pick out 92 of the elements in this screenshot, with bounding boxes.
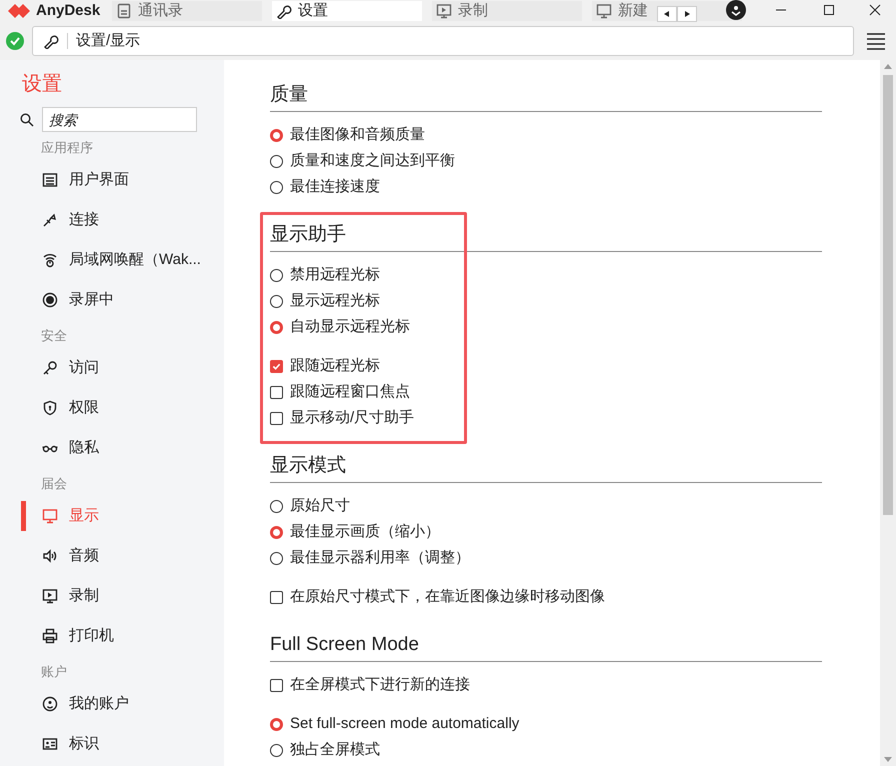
wifi-power-icon (42, 252, 58, 268)
option-label: 最佳显示器利用率（调整） (290, 548, 470, 568)
option-label: 在原始尺寸模式下，在靠近图像边缘时移动图像 (290, 586, 605, 607)
logo-icon (8, 4, 30, 18)
printer-icon (42, 628, 58, 644)
scroll-left-button[interactable] (657, 6, 677, 22)
tab[interactable]: 设置 (272, 1, 422, 21)
section-heading: 显示模式 (270, 453, 822, 483)
app-name: AnyDesk (36, 0, 100, 21)
wrench-icon (43, 33, 59, 49)
radio-button[interactable] (270, 294, 283, 308)
option-label: 最佳显示画质（缩小） (290, 522, 440, 542)
sidebar-item[interactable]: 连接 (0, 200, 224, 240)
option-label: 自动显示远程光标 (290, 316, 410, 337)
category-label: 安全 (40, 327, 68, 345)
shield-icon (42, 400, 58, 416)
tab[interactable]: 通讯录 (112, 1, 262, 21)
user-circle-icon (42, 696, 58, 712)
section-heading: 质量 (270, 82, 822, 112)
search-field[interactable]: 搜索 (42, 107, 197, 132)
option-label: Set full-screen mode automatically (290, 714, 520, 734)
radio-button[interactable] (270, 500, 283, 512)
sidebar-item[interactable]: 隐私 (0, 428, 224, 468)
sidebar-item[interactable]: 录屏中 (0, 280, 224, 320)
checkbox[interactable] (270, 590, 283, 604)
tab[interactable]: 录制 (432, 1, 582, 21)
option-label: 独占全屏模式 (290, 740, 380, 760)
sidebar-item[interactable]: 权限 (0, 388, 224, 428)
down-arrow-icon (884, 757, 892, 763)
play-screen-icon (42, 588, 58, 604)
option-label: 跟随远程窗口焦点 (290, 382, 410, 402)
radio-button[interactable] (270, 526, 283, 538)
option-label: 最佳图像和音频质量 (290, 124, 425, 145)
checkbox[interactable] (270, 412, 283, 424)
record-icon (42, 292, 58, 308)
radio-button[interactable] (270, 744, 283, 756)
checkbox[interactable] (270, 360, 283, 372)
speaker-icon (42, 548, 58, 564)
radio-button[interactable] (270, 268, 283, 282)
option-label: 跟随远程光标 (290, 356, 380, 376)
play-screen-icon (436, 3, 452, 19)
search-icon (20, 112, 34, 126)
window-icon (42, 172, 58, 188)
sidebar-item[interactable]: 标识 (0, 724, 224, 764)
category-label: 账户 (40, 663, 68, 681)
monitor-icon (596, 3, 612, 19)
sidebar-item[interactable]: 局域网唤醒（Wak... (0, 240, 224, 280)
checkbox[interactable] (270, 678, 283, 692)
radio-button[interactable] (270, 128, 283, 142)
address-field[interactable]: 设置/显示 (32, 26, 854, 56)
wrench-icon (276, 3, 292, 19)
option-label: 显示远程光标 (290, 290, 380, 311)
left-arrow-icon (664, 11, 670, 17)
option-label: 禁用远程光标 (290, 264, 380, 285)
up-arrow-icon (884, 63, 892, 69)
monitor-icon (42, 508, 58, 524)
right-arrow-icon (684, 11, 690, 17)
sidebar-item[interactable]: 我的账户 (0, 684, 224, 724)
section-heading: Full Screen Mode (270, 632, 822, 662)
book-icon (116, 3, 132, 19)
scrollbar-thumb[interactable] (883, 75, 893, 515)
sidebar-item[interactable]: 用户界面 (0, 160, 224, 200)
close-icon[interactable] (869, 4, 881, 16)
option-label: 最佳连接速度 (290, 176, 380, 197)
radio-button[interactable] (270, 180, 283, 194)
option-label: 在全屏模式下进行新的连接 (290, 674, 470, 695)
sidebar-item[interactable]: 打印机 (0, 616, 224, 656)
option-label: 原始尺寸 (290, 496, 350, 516)
option-label: 显示移动/尺寸助手 (290, 408, 414, 428)
category-label: 届会 (40, 475, 68, 493)
connected-status-icon (6, 32, 24, 50)
scroll-right-button[interactable] (677, 6, 697, 22)
section-heading: 显示助手 (270, 222, 822, 252)
radio-button[interactable] (270, 320, 283, 334)
checkbox[interactable] (270, 386, 283, 398)
sidebar-title: 设置 (21, 72, 63, 97)
radio-button[interactable] (270, 154, 283, 168)
sidebar-item[interactable]: 访问 (0, 348, 224, 388)
key-icon (42, 360, 58, 376)
option-label: 质量和速度之间达到平衡 (290, 150, 455, 171)
plug-icon (42, 212, 58, 228)
sidebar-item[interactable]: 音频 (0, 536, 224, 576)
radio-button[interactable] (270, 718, 283, 730)
active-indicator (21, 501, 26, 531)
radio-button[interactable] (270, 552, 283, 564)
maximize-icon[interactable] (823, 4, 835, 16)
menu-icon[interactable] (866, 32, 886, 50)
id-card-icon (42, 736, 58, 752)
scrollbar[interactable] (880, 60, 896, 766)
download-icon[interactable] (726, 0, 746, 20)
category-label: 应用程序 (40, 139, 94, 157)
sidebar-item[interactable]: 录制 (0, 576, 224, 616)
